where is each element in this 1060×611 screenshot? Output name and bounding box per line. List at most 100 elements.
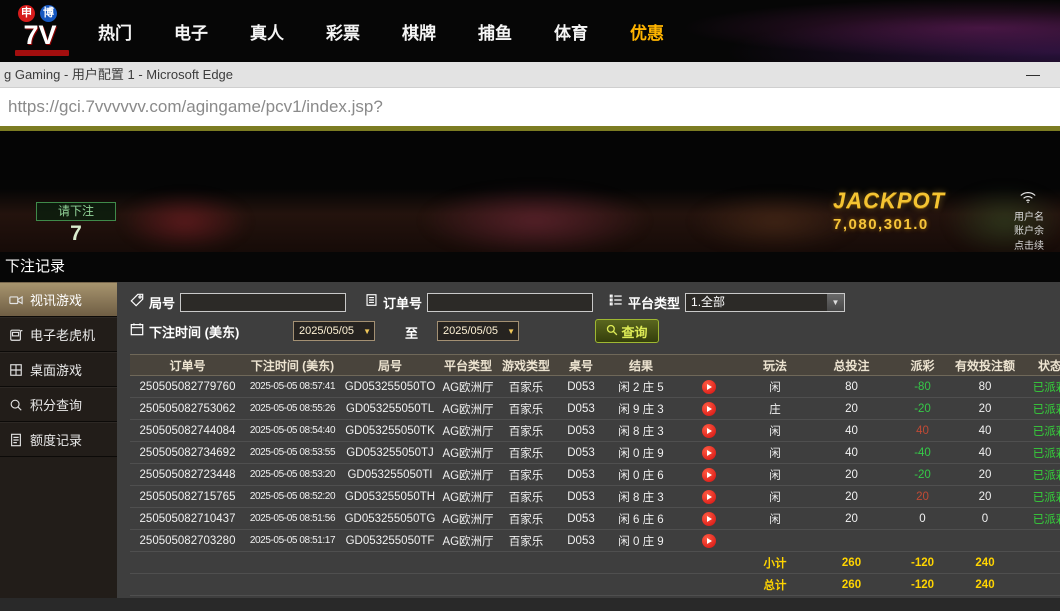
cell-game: 百家乐	[496, 530, 556, 552]
order-number-input[interactable]	[427, 293, 593, 312]
quota-record-icon	[9, 433, 23, 447]
subtotal-row-bet: 260	[808, 552, 895, 574]
cell-round: GD053255050TH	[340, 486, 440, 508]
calendar-icon	[130, 322, 144, 341]
cell-game: 百家乐	[496, 376, 556, 398]
play-result-button[interactable]	[702, 534, 716, 548]
user-panel-username-label: 用户名	[1014, 211, 1060, 226]
cell-time: 2025-05-05 08:57:41	[245, 376, 340, 398]
cell-table: D053	[556, 376, 606, 398]
cell-round: GD053255050TO	[340, 376, 440, 398]
play-result-button[interactable]	[702, 424, 716, 438]
cell-play	[676, 464, 742, 486]
document-icon	[365, 293, 378, 312]
cell-bet: 40	[808, 420, 895, 442]
table-game-icon	[9, 363, 23, 377]
date-from-value: 2025/05/05	[299, 325, 354, 337]
play-result-button[interactable]	[702, 468, 716, 482]
nav-item-slots[interactable]: 电子	[174, 19, 208, 44]
nav-item-fishing[interactable]: 捕鱼	[478, 19, 512, 44]
cell-table: D053	[556, 530, 606, 552]
sidebar-item-label: 额度记录	[30, 430, 82, 449]
cell-status: 已派彩	[1020, 486, 1060, 508]
play-result-button[interactable]	[702, 490, 716, 504]
cell-valid: 0	[950, 508, 1020, 530]
bet-time-label: 下注时间 (美东)	[149, 322, 239, 341]
cell-valid: 80	[950, 376, 1020, 398]
minimize-button[interactable]: —	[1020, 62, 1046, 86]
site-logo[interactable]: 申博 7V	[6, 3, 78, 60]
user-panel-renew-label[interactable]: 点击续	[1014, 240, 1060, 253]
cell-valid: 40	[950, 442, 1020, 464]
total-row-valid: 240	[950, 574, 1020, 596]
cell-result: 闲 0 庄 9	[606, 442, 676, 464]
nav-item-board[interactable]: 棋牌	[402, 19, 436, 44]
platform-type-select[interactable]: 1.全部 ▼	[685, 293, 845, 312]
sidebar-item-table-games[interactable]: 桌面游戏	[0, 352, 117, 387]
browser-address-bar[interactable]: https://gci.7vvvvvv.com/agingame/pcv1/in…	[0, 88, 1060, 126]
table-row: 2505050827234482025-05-05 08:53:20GD0532…	[130, 464, 1060, 486]
cell-status: 已派彩	[1020, 442, 1060, 464]
play-result-button[interactable]	[702, 446, 716, 460]
chevron-down-icon: ▼	[363, 322, 371, 341]
col-header-round: 局号	[340, 355, 440, 376]
nav-item-lottery[interactable]: 彩票	[326, 19, 360, 44]
cell-round: GD053255050TF	[340, 530, 440, 552]
search-button-label: 查询	[621, 322, 647, 341]
cell-round: GD053255050TJ	[340, 442, 440, 464]
date-from-select[interactable]: 2025/05/05 ▼	[293, 321, 375, 341]
cell-method: 闲	[742, 376, 808, 398]
play-result-button[interactable]	[702, 402, 716, 416]
cell-valid	[950, 530, 1020, 552]
col-header-play	[676, 355, 742, 376]
sidebar: 视讯游戏电子老虎机桌面游戏积分查询额度记录	[0, 282, 117, 611]
nav-item-live[interactable]: 真人	[250, 19, 284, 44]
date-to-select[interactable]: 2025/05/05 ▼	[437, 321, 519, 341]
cell-payout	[895, 530, 950, 552]
nav-item-hot[interactable]: 热门	[98, 19, 132, 44]
sidebar-item-video-games[interactable]: 视讯游戏	[0, 282, 117, 317]
cell-platform: AG欧洲厅	[440, 508, 496, 530]
col-header-valid: 有效投注额	[950, 355, 1020, 376]
game-stream-area: 请下注 7 JACKPOT 7,080,301.0 用户名 账户余 点击续	[0, 131, 1060, 252]
cell-platform: AG欧洲厅	[440, 486, 496, 508]
cell-status: 已派彩	[1020, 420, 1060, 442]
play-result-button[interactable]	[702, 512, 716, 526]
cell-play	[676, 530, 742, 552]
table-header-row: 订单号下注时间 (美东)局号平台类型游戏类型桌号结果玩法总投注派彩有效投注额状态	[130, 355, 1060, 376]
cell-status: 已派彩	[1020, 398, 1060, 420]
total-row-payout: -120	[895, 574, 950, 596]
cell-play	[676, 486, 742, 508]
cell-table: D053	[556, 486, 606, 508]
play-result-button[interactable]	[702, 380, 716, 394]
bet-countdown: 7	[36, 222, 116, 246]
cell-table: D053	[556, 442, 606, 464]
col-header-payout: 派彩	[895, 355, 950, 376]
chevron-down-icon: ▼	[827, 294, 844, 311]
user-panel: 用户名 账户余 点击续	[1014, 191, 1060, 252]
col-header-bet: 总投注	[808, 355, 895, 376]
cell-method: 闲	[742, 486, 808, 508]
cell-result: 闲 8 庄 3	[606, 486, 676, 508]
footer-strip	[0, 598, 1060, 611]
cell-payout: -80	[895, 376, 950, 398]
search-button[interactable]: 查询	[595, 319, 659, 343]
cell-order: 250505082734692	[130, 442, 245, 464]
round-number-input[interactable]	[180, 293, 346, 312]
sidebar-item-slot-machines[interactable]: 电子老虎机	[0, 317, 117, 352]
platform-type-filter: 平台类型 1.全部 ▼	[609, 292, 845, 312]
play-icon	[707, 538, 712, 544]
sidebar-item-points-query[interactable]: 积分查询	[0, 387, 117, 422]
cell-result: 闲 9 庄 3	[606, 398, 676, 420]
cell-bet: 20	[808, 464, 895, 486]
url-text: https://gci.7vvvvvv.com/agingame/pcv1/in…	[8, 88, 383, 126]
cell-method: 闲	[742, 508, 808, 530]
sidebar-item-quota-records[interactable]: 额度记录	[0, 422, 117, 457]
cell-bet: 20	[808, 486, 895, 508]
nav-item-promo[interactable]: 优惠	[630, 19, 664, 44]
nav-item-sports[interactable]: 体育	[554, 19, 588, 44]
search-icon	[606, 324, 618, 339]
cell-valid: 40	[950, 420, 1020, 442]
cell-order: 250505082744084	[130, 420, 245, 442]
cell-payout: 20	[895, 486, 950, 508]
